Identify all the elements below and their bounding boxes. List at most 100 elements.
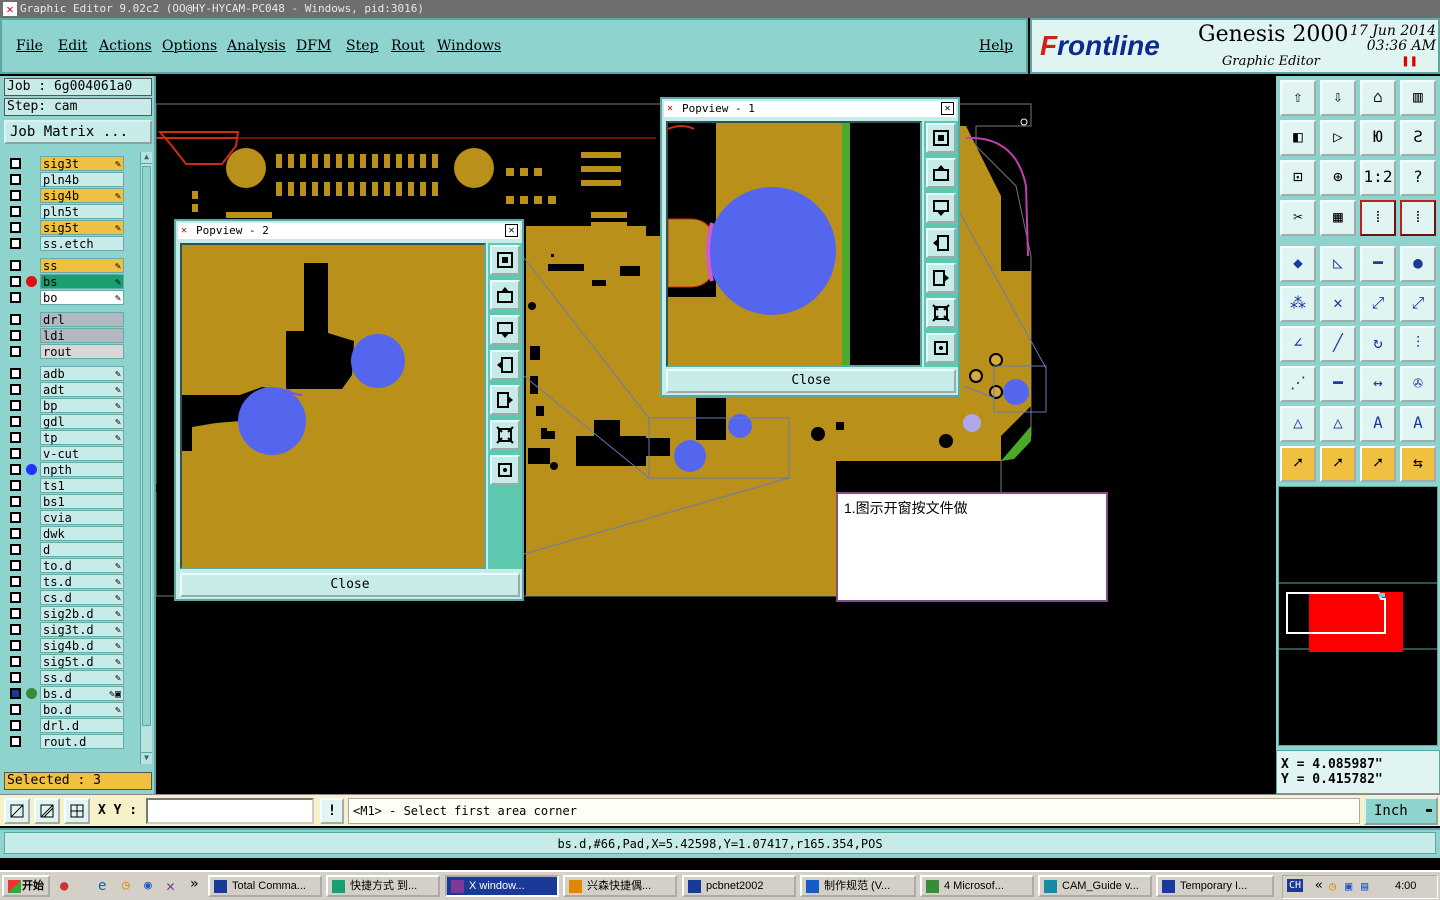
popview-pan-left-icon[interactable] bbox=[926, 228, 956, 258]
layer-name[interactable]: ss ✎ bbox=[40, 258, 124, 273]
layer-checkbox[interactable] bbox=[10, 560, 21, 571]
layer-row-ts-d[interactable]: ts.d ✎ bbox=[4, 574, 140, 589]
layer-name[interactable]: cs.d ✎ bbox=[40, 590, 124, 605]
more-icon[interactable]: » bbox=[190, 876, 198, 892]
layer-row-gdl[interactable]: gdl ✎ bbox=[4, 414, 140, 429]
snap-icon[interactable] bbox=[4, 798, 30, 824]
layer-row-sig4b-d[interactable]: sig4b.d ✎ bbox=[4, 638, 140, 653]
ruler-tool-icon[interactable]: ✂ bbox=[1280, 200, 1316, 236]
move-point-icon[interactable]: ⤢ bbox=[1360, 286, 1396, 322]
save-icon[interactable]: ⇩ bbox=[1320, 80, 1356, 116]
menu-step[interactable]: Step bbox=[346, 38, 378, 54]
layer-checkbox[interactable] bbox=[10, 512, 21, 523]
layer-row-rout[interactable]: rout bbox=[4, 344, 140, 359]
layer-checkbox[interactable] bbox=[10, 688, 21, 699]
arrow-a-tool-icon[interactable]: Α bbox=[1360, 406, 1396, 442]
window-split-icon[interactable]: ▥ bbox=[1400, 80, 1436, 116]
layer-row-ss-d[interactable]: ss.d ✎ bbox=[4, 670, 140, 685]
popview-pan-down-icon[interactable] bbox=[490, 315, 520, 345]
layer-checkbox[interactable] bbox=[10, 528, 21, 539]
layer-row-drl[interactable]: drl bbox=[4, 312, 140, 327]
layer-row-sig4b[interactable]: sig4b ✎ bbox=[4, 188, 140, 203]
layer-name[interactable]: rout bbox=[40, 344, 124, 359]
layer-name[interactable]: sig4b.d ✎ bbox=[40, 638, 124, 653]
popview-pan-up-icon[interactable] bbox=[490, 280, 520, 310]
layer-checkbox[interactable] bbox=[10, 158, 21, 169]
x-app-icon[interactable]: ✕ bbox=[166, 877, 175, 895]
layer-row-sig5t[interactable]: sig5t ✎ bbox=[4, 220, 140, 235]
layer-checkbox[interactable] bbox=[10, 704, 21, 715]
layer-name[interactable]: npth bbox=[40, 462, 124, 477]
layer-checkbox[interactable] bbox=[10, 448, 21, 459]
select-net-icon[interactable]: ⇆ bbox=[1400, 446, 1436, 482]
help-query-icon[interactable]: ? bbox=[1400, 160, 1436, 196]
fit-all-icon[interactable]: ⊡ bbox=[1280, 160, 1316, 196]
menu-actions[interactable]: Actions bbox=[99, 38, 152, 54]
layer-row-npth[interactable]: npth bbox=[4, 462, 140, 477]
layer-checkbox[interactable] bbox=[10, 592, 21, 603]
popview-pan-up-icon[interactable] bbox=[926, 158, 956, 188]
popview-fit-icon[interactable] bbox=[490, 420, 520, 450]
layer-row-cvia[interactable]: cvia bbox=[4, 510, 140, 525]
layer-name[interactable]: rout.d bbox=[40, 734, 124, 749]
layer-name[interactable]: sig5t.d ✎ bbox=[40, 654, 124, 669]
pan-right-icon[interactable]: ▷ bbox=[1320, 120, 1356, 156]
measure-tool-icon[interactable]: ━ bbox=[1360, 246, 1396, 282]
xy-input[interactable] bbox=[146, 798, 314, 824]
popview-pan-left-icon[interactable] bbox=[490, 350, 520, 380]
popview-center-icon[interactable] bbox=[490, 455, 520, 485]
layer-name[interactable]: drl.d bbox=[40, 718, 124, 733]
layer-row-v-cut[interactable]: v-cut bbox=[4, 446, 140, 461]
layer-checkbox[interactable] bbox=[10, 416, 21, 427]
layer-checkbox[interactable] bbox=[10, 384, 21, 395]
taskbar-task[interactable]: CAM_Guide v... bbox=[1038, 875, 1152, 897]
layer-name[interactable]: sig3t.d ✎ bbox=[40, 622, 124, 637]
layer-name[interactable]: bs.d ✎▣ bbox=[40, 686, 124, 701]
layer-row-sig3t[interactable]: sig3t ✎ bbox=[4, 156, 140, 171]
layer-row-cs-d[interactable]: cs.d ✎ bbox=[4, 590, 140, 605]
ie-icon[interactable]: e bbox=[98, 878, 106, 894]
point-tool-icon[interactable]: ⋰ bbox=[1280, 366, 1316, 402]
start-button[interactable]: 开始 bbox=[2, 875, 50, 897]
snap-toggle-icon[interactable]: Ƨ bbox=[1400, 120, 1436, 156]
popview-1-titlebar[interactable]: ✕ Popview - 1 ✕ bbox=[664, 101, 956, 117]
popview-pan-right-icon[interactable] bbox=[926, 263, 956, 293]
home-icon[interactable]: ⌂ bbox=[1360, 80, 1396, 116]
taskbar-task[interactable]: 快捷方式 到... bbox=[326, 875, 440, 897]
layer-row-bs[interactable]: bs ✎ bbox=[4, 274, 140, 289]
layer-checkbox[interactable] bbox=[10, 640, 21, 651]
layer-name[interactable]: to.d ✎ bbox=[40, 558, 124, 573]
menu-analysis[interactable]: Analysis bbox=[227, 38, 286, 54]
layer-checkbox[interactable] bbox=[10, 656, 21, 667]
popview-2-canvas[interactable] bbox=[180, 243, 486, 569]
layer-name[interactable]: sig4b ✎ bbox=[40, 188, 124, 203]
layer-checkbox[interactable] bbox=[10, 464, 21, 475]
job-matrix-button[interactable]: Job Matrix ... bbox=[4, 120, 152, 144]
apps-icon[interactable]: ● bbox=[60, 878, 68, 894]
layer-checkbox[interactable] bbox=[10, 672, 21, 683]
dimension-tool-icon[interactable]: ↔ bbox=[1360, 366, 1396, 402]
layer-row-tp[interactable]: tp ✎ bbox=[4, 430, 140, 445]
layer-row-adt[interactable]: adt ✎ bbox=[4, 382, 140, 397]
layer-scrollbar[interactable]: ▲ ▼ bbox=[140, 152, 152, 764]
select-feature-icon[interactable]: ➚ bbox=[1360, 446, 1396, 482]
scroll-thumb[interactable] bbox=[142, 166, 151, 726]
menu-dfm[interactable]: DFM bbox=[296, 38, 331, 54]
layer-checkbox[interactable] bbox=[10, 480, 21, 491]
layer-name[interactable]: cvia bbox=[40, 510, 124, 525]
popview-pan-right-icon[interactable] bbox=[490, 385, 520, 415]
layer-name[interactable]: ts1 bbox=[40, 478, 124, 493]
layer-name[interactable]: gdl ✎ bbox=[40, 414, 124, 429]
menu-file[interactable]: File bbox=[16, 38, 43, 54]
arc-tool-icon[interactable]: ↻ bbox=[1360, 326, 1396, 362]
layer-checkbox[interactable] bbox=[10, 174, 21, 185]
slope-tool-icon[interactable]: ╱ bbox=[1320, 326, 1356, 362]
layer-checkbox[interactable] bbox=[10, 238, 21, 249]
layer-name[interactable]: bp ✎ bbox=[40, 398, 124, 413]
layer-checkbox[interactable] bbox=[10, 720, 21, 731]
layer-name[interactable]: drl bbox=[40, 312, 124, 327]
layer-checkbox[interactable] bbox=[10, 190, 21, 201]
popview-pan-down-icon[interactable] bbox=[926, 193, 956, 223]
taskbar-task[interactable]: 4 Microsof... bbox=[920, 875, 1034, 897]
layer-name[interactable]: adt ✎ bbox=[40, 382, 124, 397]
